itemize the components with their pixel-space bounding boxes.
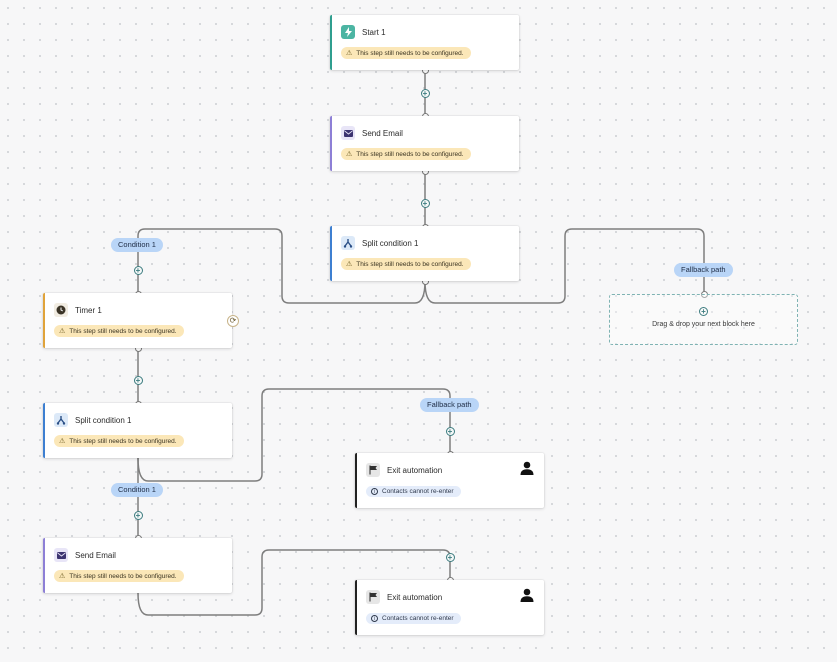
exit-automation-node[interactable]: Exit automation i Contacts cannot re-ente… [355,580,544,635]
warning-icon: ⚠ [59,573,66,580]
split-condition-node[interactable]: Split condition 1 ⚠ This step still needs… [330,226,519,281]
config-warning: ⚠ This step still needs to be configured. [54,570,184,582]
branch-label-condition[interactable]: Condition 1 [111,483,163,497]
refresh-icon[interactable]: ⟳ [227,315,239,327]
config-warning: ⚠ This step still needs to be configured. [54,325,184,337]
envelope-icon [54,548,68,562]
lightning-icon [341,25,355,39]
add-step-button[interactable]: + [445,552,455,562]
reentry-info: i Contacts cannot re-enter [366,486,461,497]
warning-icon: ⚠ [346,151,353,158]
config-warning: ⚠ This step still needs to be configured. [341,47,471,59]
node-title: Start 1 [362,27,386,37]
add-step-button[interactable]: + [133,265,143,275]
info-icon: i [371,615,378,622]
start-node[interactable]: Start 1 ⚠ This step still needs to be con… [330,15,519,70]
flag-icon [366,463,380,477]
add-step-button[interactable]: + [133,375,143,385]
drop-zone[interactable]: + Drag & drop your next block here [609,294,798,345]
node-title: Exit automation [387,592,443,602]
user-icon [520,588,534,607]
exit-automation-node[interactable]: Exit automation i Contacts cannot re-ente… [355,453,544,508]
branch-label-fallback[interactable]: Fallback path [674,263,733,277]
warning-icon: ⚠ [59,438,66,445]
user-icon [520,461,534,480]
flag-icon [366,590,380,604]
branch-label-fallback[interactable]: Fallback path [420,398,479,412]
plus-icon: + [699,307,708,316]
reentry-info: i Contacts cannot re-enter [366,613,461,624]
warning-icon: ⚠ [59,328,66,335]
config-warning: ⚠ This step still needs to be configured. [54,435,184,447]
send-email-node[interactable]: Send Email ⚠ This step still needs to be … [330,116,519,171]
clock-icon [54,303,68,317]
split-icon [54,413,68,427]
warning-icon: ⚠ [346,50,353,57]
node-title: Exit automation [387,465,443,475]
add-step-button[interactable]: + [420,198,430,208]
envelope-icon [341,126,355,140]
node-title: Split condition 1 [75,415,132,425]
add-step-button[interactable]: + [445,426,455,436]
send-email-node[interactable]: Send Email ⚠ This step still needs to be … [43,538,232,593]
drop-zone-text: Drag & drop your next block here [652,321,755,328]
split-icon [341,236,355,250]
add-step-button[interactable]: + [133,510,143,520]
config-warning: ⚠ This step still needs to be configured. [341,258,471,270]
config-warning: ⚠ This step still needs to be configured. [341,148,471,160]
node-title: Timer 1 [75,305,102,315]
info-icon: i [371,488,378,495]
warning-icon: ⚠ [346,261,353,268]
node-title: Send Email [362,128,403,138]
branch-label-condition[interactable]: Condition 1 [111,238,163,252]
node-title: Send Email [75,550,116,560]
timer-node[interactable]: Timer 1 ⚠ This step still needs to be con… [43,293,232,348]
node-title: Split condition 1 [362,238,419,248]
add-step-button[interactable]: + [420,88,430,98]
split-condition-node[interactable]: Split condition 1 ⚠ This step still needs… [43,403,232,458]
